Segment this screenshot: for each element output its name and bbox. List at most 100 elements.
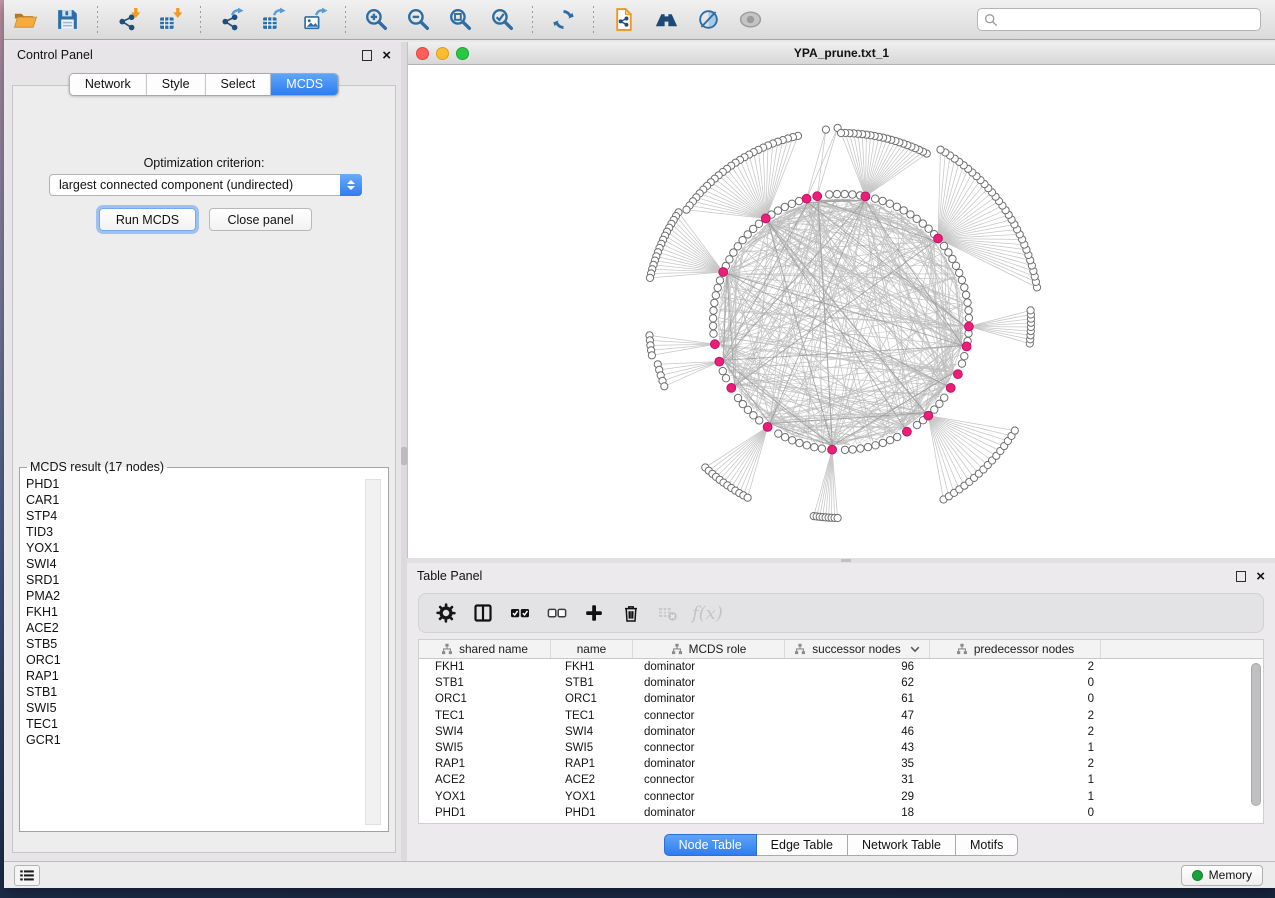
network-node[interactable] <box>886 437 893 444</box>
tab-network-table[interactable]: Network Table <box>847 834 956 856</box>
table-row[interactable]: SWI5SWI5connector431 <box>419 740 1263 756</box>
zoom-fit-button[interactable] <box>444 4 476 36</box>
find-binoculars-button[interactable] <box>650 4 682 36</box>
network-node[interactable] <box>872 195 879 202</box>
mcds-result-item[interactable]: ACE2 <box>24 620 364 636</box>
mcds-result-item[interactable]: TEC1 <box>24 716 364 732</box>
network-node[interactable] <box>886 200 893 207</box>
network-node[interactable] <box>712 292 719 299</box>
network-hub-node[interactable] <box>946 384 955 393</box>
network-hub-node[interactable] <box>802 194 811 203</box>
table-row[interactable]: TEC1TEC1connector472 <box>419 708 1263 724</box>
network-node[interactable] <box>683 206 690 213</box>
network-node[interactable] <box>710 330 717 337</box>
minimize-window-icon[interactable] <box>436 47 449 60</box>
network-hub-node[interactable] <box>924 411 933 420</box>
column-header-name[interactable]: name <box>551 640 633 658</box>
table-row[interactable]: ORC1ORC1dominator610 <box>419 691 1263 707</box>
mcds-list-scrollbar[interactable] <box>365 479 381 825</box>
network-node[interactable] <box>709 315 716 322</box>
mcds-result-item[interactable]: STP4 <box>24 508 364 524</box>
network-hub-node[interactable] <box>828 445 837 454</box>
network-node[interactable] <box>774 207 781 214</box>
mcds-result-item[interactable]: YOX1 <box>24 540 364 556</box>
network-node[interactable] <box>849 446 856 453</box>
network-node[interactable] <box>788 200 795 207</box>
network-node[interactable] <box>945 249 952 256</box>
network-node[interactable] <box>879 197 886 204</box>
save-session-button[interactable] <box>51 4 83 36</box>
network-hub-node[interactable] <box>934 234 943 243</box>
table-row[interactable]: STB1STB1dominator620 <box>419 675 1263 691</box>
network-node[interactable] <box>1011 427 1018 434</box>
tab-node-table[interactable]: Node Table <box>664 834 757 856</box>
network-node[interactable] <box>803 442 810 449</box>
network-hub-node[interactable] <box>954 370 963 379</box>
import-network-from-file-button[interactable] <box>112 4 144 36</box>
table-row[interactable]: SWI4SWI4dominator462 <box>419 724 1263 740</box>
mcds-result-item[interactable]: FKH1 <box>24 604 364 620</box>
network-hub-node[interactable] <box>763 423 772 432</box>
column-header-shared-name[interactable]: shared name <box>419 640 551 658</box>
network-node[interactable] <box>893 203 900 210</box>
network-node[interactable] <box>941 394 948 401</box>
network-hub-node[interactable] <box>715 357 724 366</box>
export-image-button[interactable] <box>299 4 331 36</box>
show-columns-button[interactable] <box>470 600 496 626</box>
network-node[interactable] <box>872 442 879 449</box>
mcds-result-item[interactable]: GCR1 <box>24 732 364 748</box>
column-header-successor-nodes[interactable]: successor nodes <box>785 640 930 658</box>
criterion-select[interactable]: largest connected component (undirected) <box>49 174 362 196</box>
network-node[interactable] <box>719 367 726 374</box>
network-hub-node[interactable] <box>727 384 736 393</box>
network-node[interactable] <box>726 256 733 263</box>
network-node[interactable] <box>648 352 655 359</box>
network-node[interactable] <box>716 277 723 284</box>
network-hub-node[interactable] <box>813 192 822 201</box>
memory-button[interactable]: Memory <box>1181 865 1263 886</box>
network-node[interactable] <box>711 299 718 306</box>
network-node[interactable] <box>937 146 944 153</box>
network-canvas[interactable] <box>408 65 1275 558</box>
mcds-result-item[interactable]: SRD1 <box>24 572 364 588</box>
search-input[interactable] <box>1003 13 1254 27</box>
zoom-out-button[interactable] <box>402 4 434 36</box>
network-node[interactable] <box>837 129 844 136</box>
network-node[interactable] <box>646 274 653 281</box>
network-node[interactable] <box>744 494 751 501</box>
network-node[interactable] <box>864 443 871 450</box>
hide-visual-style-button[interactable] <box>692 4 724 36</box>
network-node[interactable] <box>956 269 963 276</box>
network-node[interactable] <box>949 255 956 262</box>
table-row[interactable]: YOX1YOX1connector291 <box>419 789 1263 805</box>
network-node[interactable] <box>833 190 840 197</box>
close-panel-icon[interactable]: × <box>382 48 391 63</box>
preview-eye-button[interactable] <box>734 4 766 36</box>
export-table-button[interactable] <box>257 4 289 36</box>
network-node[interactable] <box>722 375 729 382</box>
mcds-result-item[interactable]: STB1 <box>24 684 364 700</box>
network-node[interactable] <box>730 249 737 256</box>
network-node[interactable] <box>940 242 947 249</box>
network-node[interactable] <box>796 439 803 446</box>
float-table-panel-icon[interactable] <box>1236 571 1246 582</box>
table-row[interactable]: PHD1PHD1dominator180 <box>419 805 1263 821</box>
mcds-result-item[interactable]: TID3 <box>24 524 364 540</box>
close-table-panel-icon[interactable]: × <box>1256 569 1265 584</box>
network-hub-node[interactable] <box>719 268 728 277</box>
share-network-button[interactable] <box>608 4 640 36</box>
network-node[interactable] <box>1027 307 1034 314</box>
network-node[interactable] <box>710 307 717 314</box>
network-node[interactable] <box>900 207 907 214</box>
network-hub-node[interactable] <box>711 340 720 349</box>
network-node[interactable] <box>894 433 901 440</box>
network-hub-node[interactable] <box>861 192 870 201</box>
network-node[interactable] <box>965 314 972 321</box>
network-node[interactable] <box>841 190 848 197</box>
tab-style[interactable]: Style <box>147 74 206 95</box>
create-column-button[interactable] <box>581 600 607 626</box>
network-node[interactable] <box>789 437 796 444</box>
network-node[interactable] <box>962 291 969 298</box>
open-file-button[interactable] <box>9 4 41 36</box>
close-window-icon[interactable] <box>416 47 429 60</box>
